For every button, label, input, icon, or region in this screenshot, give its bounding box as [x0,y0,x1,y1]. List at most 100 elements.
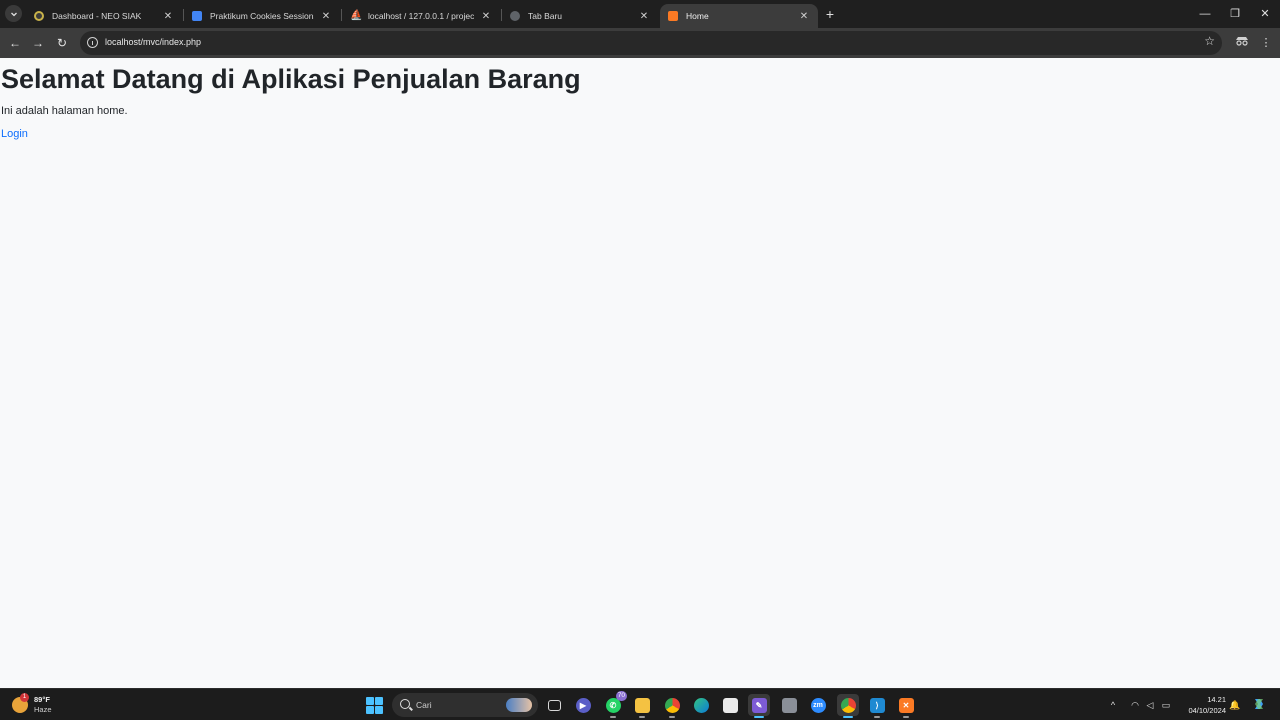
tab-title: Dashboard - NEO SIAK [52,11,142,21]
search-highlight-image [506,698,532,712]
task-view-icon [547,699,561,711]
neo-siak-favicon-icon [34,11,44,21]
tab-title: localhost / 127.0.0.1 / projectm [368,11,474,21]
incognito-icon [1236,37,1248,46]
arrow-left-icon: ← [9,36,21,50]
zoom-app[interactable]: zm [807,694,829,716]
minimize-button[interactable]: — [1190,4,1220,24]
close-icon: ✕ [1260,8,1270,20]
phpmyadmin-favicon-icon: ⛵ [350,10,363,21]
wifi-icon[interactable]: ◠ [1128,697,1142,713]
browser-toolbar: ← → ↻ localhost/mvc/index.php ☆ ⋮ [0,28,1280,58]
back-button[interactable]: ← [6,34,24,52]
more-vertical-icon: ⋮ [1260,37,1272,49]
running-indicator [754,716,764,718]
bookmark-star-icon[interactable]: ☆ [1204,34,1215,48]
arrow-right-icon: → [32,36,44,50]
notification-bell-icon[interactable]: 🔔 [1228,697,1242,713]
store-bag-icon [722,697,738,713]
tab-tab-baru[interactable]: Tab Baru ✕ [502,4,658,28]
whatsapp-app[interactable]: ✆ 70 [602,691,627,718]
url-text[interactable]: localhost/mvc/index.php [105,37,201,47]
system-clock[interactable]: 14.21 04/10/2024 [1180,694,1226,716]
chrome-icon [664,697,680,713]
vscode-icon: ⟩ [869,697,885,713]
start-button[interactable] [366,697,383,714]
search-placeholder: Cari [416,700,432,710]
close-icon[interactable]: ✕ [480,11,492,22]
docs-favicon-icon [192,11,202,21]
tab-title: Praktikum Cookies Sessions MVC [210,11,314,21]
windows-logo-icon [375,706,383,714]
tab-praktikum-cookies[interactable]: Praktikum Cookies Sessions MVC ✕ [184,4,340,28]
tab-phpmyadmin[interactable]: ⛵ localhost / 127.0.0.1 / projectm ✕ [342,4,500,28]
chrome-active-app[interactable] [837,694,859,718]
profile-icon[interactable] [1233,34,1251,52]
windows-logo-icon [375,697,383,705]
plus-icon: + [825,6,835,22]
camera-icon [781,697,797,713]
tab-title: Tab Baru [528,11,563,21]
tab-home[interactable]: Home ✕ [660,4,818,28]
browser-tab-bar: Dashboard - NEO SIAK ✕ Praktikum Cookies… [0,0,1280,28]
store-app[interactable] [719,694,741,716]
windows-logo-icon [366,706,374,714]
reload-button[interactable]: ↻ [53,34,71,52]
copilot-logo-icon [1255,699,1263,709]
volume-icon[interactable]: ◁ [1143,697,1157,713]
battery-icon[interactable]: ▭ [1159,697,1173,713]
xampp-app[interactable]: ✕ [895,694,917,718]
search-icon [400,699,410,709]
page-title: Selamat Datang di Aplikasi Penjualan Bar… [1,64,581,94]
notes-icon: ✎ [751,697,767,713]
running-indicator [843,716,853,718]
close-icon[interactable]: ✕ [162,11,174,22]
restore-icon: ❐ [1230,8,1240,20]
whatsapp-badge: 70 [615,691,627,701]
running-indicator [669,716,675,718]
teams-meet-app[interactable]: ▶ [572,694,594,716]
edge-app[interactable] [690,694,712,716]
close-icon[interactable]: ✕ [638,11,650,22]
running-indicator [610,716,616,718]
reload-icon: ↻ [56,36,68,50]
show-hidden-icons-button[interactable]: ^ [1106,697,1120,713]
tab-search-button[interactable] [5,5,22,22]
camera-app[interactable] [778,694,800,716]
close-icon[interactable]: ✕ [798,11,810,22]
restore-button[interactable]: ❐ [1220,4,1250,24]
weather-widget[interactable]: 1 89°F Haze [12,693,52,717]
page-viewport: Selamat Datang di Aplikasi Penjualan Bar… [0,58,1280,688]
menu-button[interactable]: ⋮ [1257,34,1275,52]
task-view-button[interactable] [543,694,565,716]
notes-app[interactable]: ✎ [748,694,770,718]
edge-icon [693,697,709,713]
login-link[interactable]: Login [1,128,28,140]
taskbar-search[interactable]: Cari [392,693,538,717]
copilot-icon[interactable] [1250,697,1268,716]
close-icon[interactable]: ✕ [320,11,332,22]
weather-badge: 1 [20,693,29,702]
weather-icon: 1 [12,693,29,713]
windows-taskbar: 1 89°F Haze Cari ▶ ✆ 70 ✎ zm ⟩ ✕ ^ ◠ ◁ ▭… [0,688,1280,720]
tab-dashboard-neo-siak[interactable]: Dashboard - NEO SIAK ✕ [26,4,182,28]
minimize-icon: — [1199,8,1211,20]
file-explorer-app[interactable] [631,694,653,718]
address-bar[interactable]: localhost/mvc/index.php ☆ [80,31,1222,55]
vscode-app[interactable]: ⟩ [866,694,888,718]
running-indicator [639,716,645,718]
zoom-icon: zm [810,697,826,713]
windows-logo-icon [366,697,374,705]
running-indicator [903,716,909,718]
new-tab-button[interactable]: + [822,6,838,22]
folder-icon [634,697,650,713]
site-info-icon[interactable] [87,37,98,48]
close-window-button[interactable]: ✕ [1250,4,1280,24]
chrome-app[interactable] [661,694,683,718]
clock-time: 14.21 [1207,695,1226,704]
weather-temperature: 89°F [34,695,50,704]
forward-button[interactable]: → [29,34,47,52]
tab-title: Home [686,11,709,21]
xampp-favicon-icon [668,11,678,21]
xampp-icon: ✕ [898,697,914,713]
